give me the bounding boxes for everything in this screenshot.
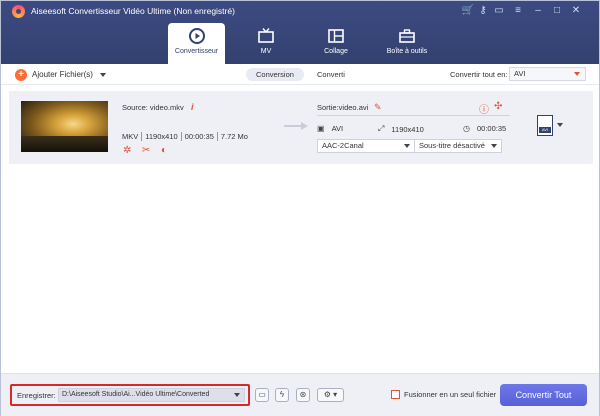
settings-gear-icon[interactable]: ⚙ ▾ (317, 388, 344, 402)
source-duration: 00:00:35 (182, 132, 218, 141)
subtab-converti[interactable]: Converti (317, 68, 345, 81)
add-files-label: Ajouter Fichier(s) (32, 70, 93, 79)
window-title: Aiseesoft Convertisseur Vidéo Ultime (No… (31, 6, 235, 16)
chevron-down-icon[interactable] (557, 123, 563, 127)
close-icon[interactable]: ✕ (569, 4, 583, 18)
toolbox-icon (399, 29, 415, 43)
convert-all-format-value: AVI (514, 69, 526, 78)
bottom-bar: Enregistrer: D:\Aiseesoft Studio\Ai...Vi… (1, 373, 599, 416)
tv-icon (258, 28, 274, 43)
audio-track-value: AAC-2Canal (322, 141, 364, 150)
tab-mv-label: MV (260, 48, 272, 55)
arrow-right-icon (284, 122, 308, 130)
edit-tools: ✲ ✂ ◐ (123, 145, 172, 156)
tab-boite-a-outils[interactable]: Boîte à outils (378, 23, 436, 64)
subtitle-value: Sous-titre désactivé (419, 141, 485, 150)
folder-icon[interactable]: ▭ (255, 388, 269, 402)
convert-all-format-select[interactable]: AVI (509, 67, 586, 81)
save-path-select[interactable]: D:\Aiseesoft Studio\Ai...Vidéo Ultime\Co… (58, 388, 245, 402)
film-icon: ▣ (317, 124, 325, 133)
convert-all-button[interactable]: Convertir Tout (500, 384, 587, 406)
subtitle-select[interactable]: Sous-titre désactivé (414, 139, 502, 153)
gpu-accel-icon[interactable]: ⊛ (296, 388, 310, 402)
edit-name-icon[interactable]: ✎ (374, 102, 382, 113)
tab-mv[interactable]: MV (237, 23, 295, 64)
app-window: Aiseesoft Convertisseur Vidéo Ultime (No… (0, 0, 600, 416)
cart-icon[interactable]: 🛒 (461, 4, 475, 18)
divider (317, 115, 510, 116)
toolbar: + Ajouter Fichier(s) Conversion Converti… (1, 64, 599, 85)
scissors-icon[interactable]: ✂ (142, 145, 153, 156)
merge-label: Fusionner en un seul fichier (404, 390, 497, 399)
chevron-down-icon (234, 393, 240, 397)
resize-icon: ⤢ (378, 124, 385, 133)
subtab-conversion[interactable]: Conversion (246, 68, 304, 81)
convert-icon (188, 28, 205, 44)
output-format: ▣ AVI (317, 124, 343, 133)
chevron-down-icon (491, 144, 497, 148)
minimize-icon[interactable]: – (531, 4, 545, 18)
source-size: 7.72 Mo (220, 132, 248, 141)
output-format-value: AVI (331, 124, 344, 133)
info-circle-icon[interactable]: ⓘ (479, 101, 489, 116)
menu-icon[interactable]: ≡ (511, 4, 525, 18)
save-label: Enregistrer: (17, 391, 56, 400)
clock-icon: ◷ (463, 124, 470, 133)
collage-icon (328, 29, 344, 43)
tab-collage-label: Collage (324, 48, 348, 55)
file-item[interactable]: Source: video.mkv i MKV 1190x410 00:00:3… (9, 91, 593, 164)
audio-track-select[interactable]: AAC-2Canal (317, 139, 415, 153)
convert-all-label: Convertir tout en: (450, 70, 508, 79)
output-duration-value: 00:00:35 (476, 124, 507, 133)
chat-icon[interactable]: ▭ (492, 4, 506, 18)
plus-icon: + (15, 68, 27, 81)
palette-icon[interactable]: ◐ (161, 145, 172, 156)
output-duration: ◷ 00:00:35 (463, 124, 506, 133)
maximize-icon[interactable]: □ (550, 4, 564, 18)
tab-collage[interactable]: Collage (307, 23, 365, 64)
chevron-down-icon (404, 144, 410, 148)
key-icon[interactable]: ⚷ (476, 4, 490, 18)
add-files-button[interactable]: + Ajouter Fichier(s) (15, 68, 106, 81)
save-path-value: D:\Aiseesoft Studio\Ai...Vidéo Ultime\Co… (62, 391, 210, 398)
checkbox-icon[interactable] (391, 390, 400, 399)
output-filename: Sortie:video.avi (317, 103, 369, 112)
output-resolution: ⤢ 1190x410 (378, 124, 424, 134)
tab-convertisseur-label: Convertisseur (174, 48, 219, 55)
tab-convertisseur[interactable]: Convertisseur (168, 23, 225, 64)
app-logo-icon (12, 5, 25, 18)
hardware-accel-icon[interactable]: ϟ (275, 388, 289, 402)
source-resolution: 1190x410 (142, 132, 182, 141)
source-format: MKV (122, 132, 143, 141)
source-filename: Source: video.mkv (122, 103, 184, 112)
tab-boite-a-outils-label: Boîte à outils (386, 48, 428, 55)
chevron-down-icon (574, 72, 580, 76)
merge-checkbox[interactable]: Fusionner en un seul fichier (391, 390, 496, 399)
output-format-badge-icon[interactable] (537, 115, 553, 136)
chevron-down-icon[interactable] (99, 72, 106, 77)
info-icon[interactable]: i (191, 102, 194, 112)
source-metadata: MKV 1190x410 00:00:35 7.72 Mo (122, 132, 251, 141)
output-resolution-value: 1190x410 (391, 124, 424, 134)
magic-wand-icon[interactable]: ✲ (123, 145, 134, 156)
title-bar: Aiseesoft Convertisseur Vidéo Ultime (No… (1, 1, 599, 64)
file-list-area: Source: video.mkv i MKV 1190x410 00:00:3… (1, 86, 599, 381)
video-thumbnail[interactable] (21, 101, 108, 152)
compress-icon[interactable]: ✣ (494, 101, 502, 112)
